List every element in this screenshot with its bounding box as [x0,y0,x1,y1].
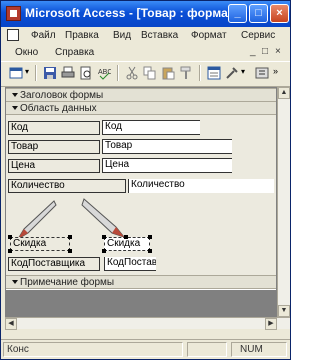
toolbar-separator [199,65,201,81]
horizontal-scrollbar[interactable]: ◀ ▶ [5,317,290,330]
scroll-right-arrow-icon[interactable]: ▶ [265,318,277,330]
label-kod[interactable]: Код [8,121,100,135]
field-kod[interactable]: Код [102,121,200,135]
menu-view[interactable]: Вид [113,30,131,41]
detail-section[interactable]: Код Код Товар Товар Цена Цена Количество… [6,115,276,279]
field-tovar[interactable]: Товар [102,140,232,154]
view-dropdown-arrow-icon[interactable]: ▾ [25,67,29,76]
field-border [102,158,232,159]
label-tovar[interactable]: Товар [8,140,100,154]
selection-handle[interactable] [68,249,72,253]
menu-format[interactable]: Формат [191,30,227,41]
form-background [6,290,276,316]
section-arrow-icon [12,280,18,284]
field-cena[interactable]: Цена [102,159,232,173]
scroll-down-arrow-icon[interactable]: ▼ [278,305,290,317]
spelling-icon[interactable]: ABC [97,66,111,80]
drag-pointer-icon [17,200,57,240]
menu-edit[interactable]: Правка [65,30,99,41]
menu-tools[interactable]: Сервис [241,30,275,41]
field-border [102,120,200,121]
scroll-left-arrow-icon[interactable]: ◀ [5,318,17,330]
menu-file[interactable]: Файл [31,30,56,41]
status-empty-cell [187,342,227,357]
field-kolichestvo[interactable]: Количество [128,179,274,193]
field-kodpostavshchika[interactable]: КодПостав [104,257,156,271]
toolbar-separator [35,65,37,81]
detail-section-bar[interactable]: Область данных [6,101,276,115]
label-cena[interactable]: Цена [8,159,100,173]
selection-handle[interactable] [8,249,12,253]
properties-icon[interactable] [207,66,221,80]
menu-help[interactable]: Справка [55,47,94,58]
menu-insert[interactable]: Вставка [141,30,178,41]
save-icon[interactable] [43,66,57,80]
form-view-icon[interactable] [9,66,23,80]
label-kodpostavshchika[interactable]: КодПоставщика [8,257,100,271]
mdi-close-button[interactable]: × [275,46,281,57]
build-icon[interactable] [225,66,239,80]
scroll-up-arrow-icon[interactable]: ▲ [278,87,290,99]
svg-text:ABC: ABC [98,69,111,76]
form-header-label: Заголовок формы [20,90,104,101]
format-painter-icon[interactable] [179,66,193,80]
label-kolichestvo[interactable]: Количество [8,179,126,193]
mdi-minimize-button[interactable]: _ [250,46,256,57]
section-arrow-icon [12,106,18,110]
menu-window[interactable]: Окно [15,47,38,58]
formatting-toolbar: ▾ ABC ▾ » [1,61,290,87]
close-button[interactable]: × [270,4,289,23]
mdi-restore-button[interactable]: □ [262,46,268,57]
form-footer-bar[interactable]: Примечание формы [6,275,276,289]
access-window: Microsoft Access - [Товар : форма] _ □ ×… [0,0,291,360]
maximize-button[interactable]: □ [249,4,268,23]
status-mode: Конс [3,342,183,357]
toolbar-overflow-chevron-icon[interactable]: » [273,66,278,76]
section-arrow-icon [12,93,18,97]
selection-handle[interactable] [102,249,106,253]
window-title: Microsoft Access - [Товар : форма] [25,6,233,20]
status-num: NUM [231,342,287,357]
field-border [102,139,232,140]
minimize-button[interactable]: _ [228,4,247,23]
selection-handle[interactable] [68,235,72,239]
vertical-scrollbar[interactable]: ▲ ▼ [277,87,290,317]
form-header-bar[interactable]: Заголовок формы [6,88,276,102]
more-dropdown-arrow-icon[interactable]: ▾ [241,67,245,76]
toolbar-separator [117,65,119,81]
copy-icon[interactable] [143,66,157,80]
form-footer-label: Примечание формы [20,277,115,288]
print-icon[interactable] [61,66,75,80]
menu-bar: Файл Правка Вид Вставка Формат Сервис [1,27,290,45]
selection-handle[interactable] [102,235,106,239]
paste-icon[interactable] [161,66,175,80]
label-skidka[interactable]: Скидка [10,237,70,251]
print-preview-icon[interactable] [79,66,93,80]
menu-bar-second-row: Окно Справка _ □ × [1,45,290,60]
access-app-icon[interactable] [6,6,21,21]
form-design-area[interactable]: Заголовок формы Область данных Код Код Т… [5,87,277,317]
status-bar: Конс NUM [1,339,290,360]
selection-handle[interactable] [148,235,152,239]
selection-handle[interactable] [8,235,12,239]
selection-handle[interactable] [148,249,152,253]
cut-icon[interactable] [125,66,139,80]
field-skidka[interactable]: Скидка [104,237,150,251]
detail-section-label: Область данных [20,103,97,114]
toolbox-icon[interactable] [255,66,269,80]
selection-handle[interactable] [124,235,128,239]
title-bar[interactable]: Microsoft Access - [Товар : форма] _ □ × [1,1,290,27]
